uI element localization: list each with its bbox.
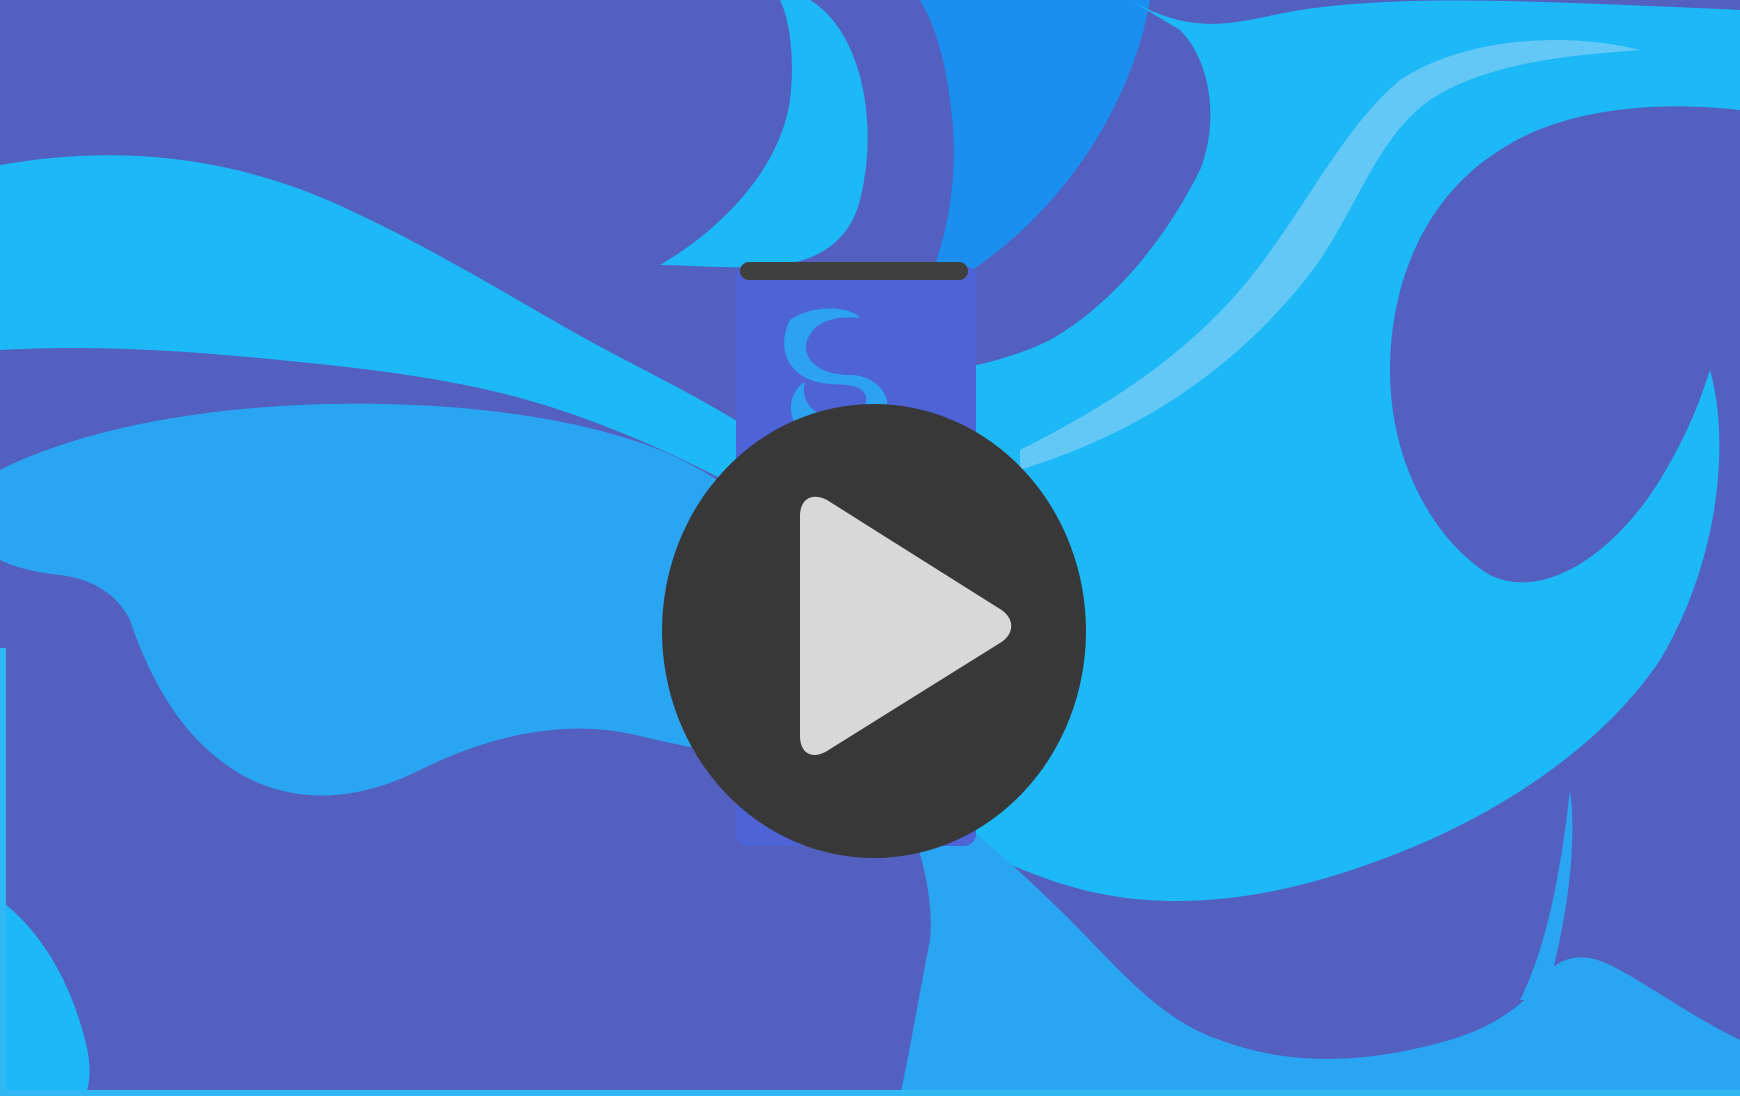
play-button[interactable]: [662, 404, 1086, 858]
left-accent-border: [0, 648, 6, 1096]
video-player[interactable]: [0, 0, 1740, 1096]
play-icon: [800, 496, 1012, 755]
video-thumbnail[interactable]: [0, 0, 1740, 1096]
bottom-accent-border: [0, 1090, 1740, 1096]
